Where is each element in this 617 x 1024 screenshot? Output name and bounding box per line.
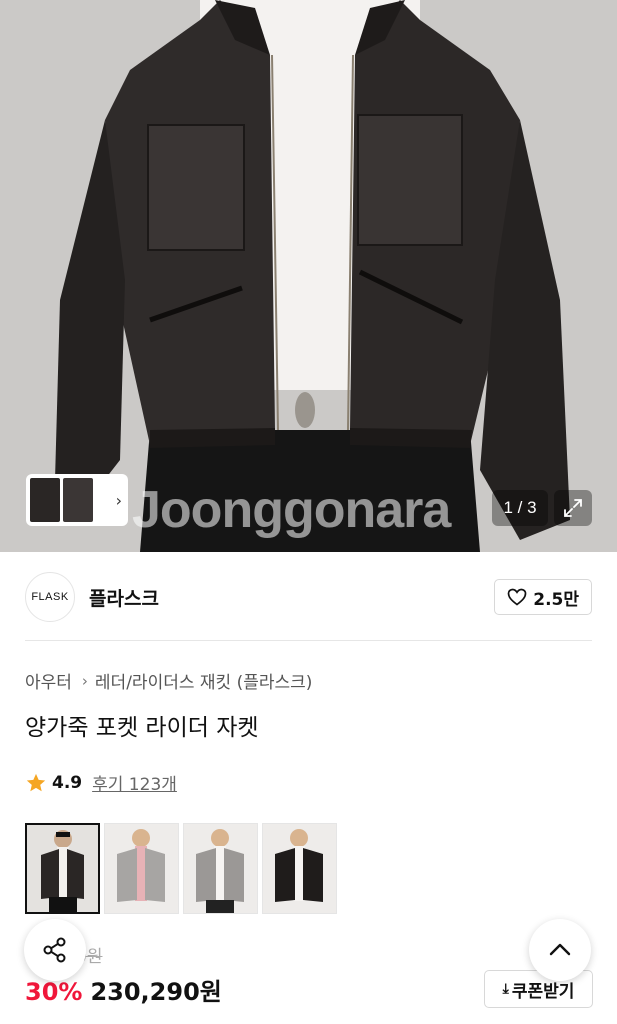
color-option-black-leather[interactable] <box>262 823 337 914</box>
review-link[interactable]: 후기 123개 <box>92 770 177 795</box>
rating: 4.9 후기 123개 <box>25 770 177 795</box>
download-icon: ⤓ <box>502 981 509 997</box>
image-thumbnail-strip[interactable]: › <box>26 474 128 526</box>
chevron-right-icon: › <box>81 671 88 690</box>
rating-score: 4.9 <box>52 772 83 793</box>
discount-rate: 30% <box>25 978 83 1006</box>
thumbnail-image[interactable] <box>63 478 93 522</box>
breadcrumb: 아우터 › 레더/라이더스 재킷 (플라스크) <box>25 668 312 694</box>
image-pager: 1 / 3 <box>492 490 548 526</box>
color-option-black[interactable] <box>25 823 100 914</box>
color-options <box>25 823 337 914</box>
like-count: 2.5만 <box>533 589 579 610</box>
product-title: 양가죽 포켓 라이더 자켓 <box>25 715 259 741</box>
star-icon <box>26 773 46 791</box>
chevron-right-icon[interactable]: › <box>116 491 122 510</box>
brand-logo[interactable]: FLASK <box>25 572 75 622</box>
brand-name[interactable]: 플라스크 <box>89 584 159 611</box>
final-price: 230,290원 <box>90 978 222 1006</box>
thumbnail-image[interactable] <box>30 478 60 522</box>
jacket-photo <box>0 0 617 552</box>
divider <box>25 640 592 641</box>
chevron-up-icon <box>549 943 571 956</box>
breadcrumb-category[interactable]: 아우터 <box>25 668 72 693</box>
share-button[interactable] <box>24 919 86 981</box>
scroll-top-button[interactable] <box>529 919 591 981</box>
expand-icon[interactable] <box>554 490 592 526</box>
breadcrumb-subcategory[interactable]: 레더/라이더스 재킷 (플라스크) <box>95 668 312 693</box>
watermark: Joonggonara <box>132 481 451 539</box>
product-image[interactable]: Joonggonara › 1 / 3 <box>0 0 617 552</box>
brand-row: FLASK 플라스크 2.5만 <box>25 571 592 623</box>
heart-icon <box>507 588 527 606</box>
share-icon <box>43 937 66 963</box>
like-button[interactable]: 2.5만 <box>494 579 592 615</box>
color-option-gray[interactable] <box>183 823 258 914</box>
color-option-gray-pink[interactable] <box>104 823 179 914</box>
